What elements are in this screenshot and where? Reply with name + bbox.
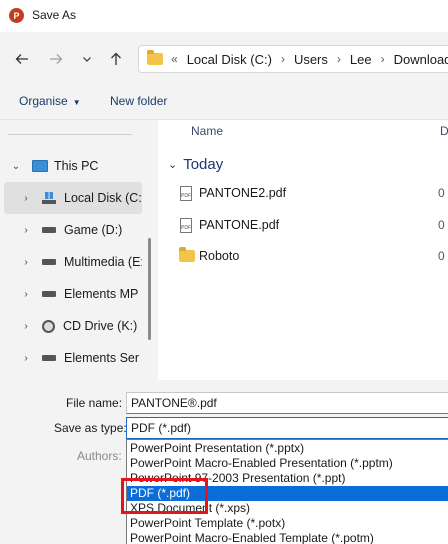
- file-row[interactable]: PDF PANTONE2.pdf 0: [158, 178, 448, 208]
- chevron-down-icon: ⌄: [168, 159, 178, 171]
- group-label: Today: [183, 156, 224, 173]
- sidebar-item-label: CD Drive (K:): [63, 319, 138, 333]
- breadcrumb-local-disk[interactable]: Local Disk (C:): [187, 52, 272, 67]
- cd-drive-icon: [42, 319, 55, 333]
- breadcrumb-overflow[interactable]: «: [171, 52, 178, 66]
- drive-icon: [42, 291, 56, 297]
- file-list-pane: Name D ⌄ Today PDF PANTONE2.pdf 0 PDF PA…: [158, 120, 448, 380]
- sidebar-item-label: Elements MP: [64, 287, 139, 301]
- sidebar-item-this-pc[interactable]: ⌄ This PC: [0, 150, 142, 182]
- file-name: PANTONE.pdf: [199, 218, 280, 232]
- arrow-right-icon: [50, 54, 63, 64]
- divider: [8, 134, 132, 135]
- chevron-right-icon[interactable]: ›: [20, 289, 32, 300]
- folder-icon: [147, 50, 163, 65]
- sidebar-item-label: Multimedia (E:): [64, 255, 142, 269]
- file-name: PANTONE2.pdf: [199, 186, 287, 200]
- sidebar-item-game[interactable]: › Game (D:): [0, 214, 142, 246]
- column-header-date[interactable]: D: [440, 124, 448, 138]
- breadcrumb-separator[interactable]: ›: [337, 52, 341, 66]
- chevron-right-icon[interactable]: ›: [20, 225, 32, 236]
- group-header-today[interactable]: ⌄ Today: [168, 156, 223, 173]
- arrow-up-icon: [111, 52, 121, 65]
- pdf-file-icon: PDF: [180, 185, 192, 201]
- new-folder-button[interactable]: New folder: [110, 94, 167, 108]
- sidebar-item-label: Elements Ser: [64, 351, 140, 365]
- breadcrumb-downloads[interactable]: Downloads: [394, 52, 448, 67]
- dropdown-option[interactable]: PowerPoint Presentation (*.pptx): [127, 441, 448, 456]
- title-bar: P Save As: [0, 0, 448, 32]
- pdf-file-icon: PDF: [180, 217, 192, 233]
- folder-row[interactable]: Roboto 0: [158, 241, 448, 271]
- organise-label: Organise: [19, 94, 68, 108]
- up-button[interactable]: [106, 49, 126, 69]
- dropdown-option[interactable]: PowerPoint Template (*.potx): [127, 516, 448, 531]
- file-date: 0: [438, 218, 445, 232]
- authors-label: Authors:: [77, 449, 122, 463]
- file-name: Roboto: [199, 249, 240, 263]
- save-as-type-dropdown[interactable]: PowerPoint Presentation (*.pptx) PowerPo…: [126, 439, 448, 544]
- dropdown-option[interactable]: PowerPoint Macro-Enabled Template (*.pot…: [127, 531, 448, 544]
- save-form: File name: PANTONE®.pdf Save as type: PD…: [0, 380, 448, 544]
- chevron-right-icon[interactable]: ›: [20, 321, 32, 332]
- sidebar-item-elements-ser[interactable]: › Elements Ser: [0, 342, 142, 374]
- window-title: Save As: [32, 8, 77, 22]
- file-date: 0: [438, 249, 445, 263]
- arrow-left-icon: [15, 54, 28, 64]
- breadcrumb-users[interactable]: Users: [294, 52, 328, 67]
- command-bar: Organise ▼ New folder: [0, 84, 448, 120]
- drive-icon: [42, 227, 56, 233]
- navigation-bar: « Local Disk (C:) › Users › Lee › Downlo…: [0, 32, 448, 84]
- chevron-right-icon[interactable]: ›: [20, 353, 32, 364]
- chevron-down-icon[interactable]: ⌄: [10, 161, 22, 172]
- breadcrumb-separator[interactable]: ›: [381, 52, 385, 66]
- sidebar-item-multimedia[interactable]: › Multimedia (E:): [0, 246, 142, 278]
- breadcrumb-lee[interactable]: Lee: [350, 52, 372, 67]
- file-name-label: File name:: [66, 396, 123, 410]
- dropdown-option-selected[interactable]: PDF (*.pdf): [127, 486, 448, 501]
- sidebar-item-label: This PC: [54, 159, 99, 173]
- navigation-pane: ⌄ This PC › Local Disk (C:) › Game (D:) …: [0, 120, 158, 380]
- breadcrumb-separator[interactable]: ›: [281, 52, 285, 66]
- organise-button[interactable]: Organise ▼: [19, 94, 81, 108]
- chevron-right-icon[interactable]: ›: [20, 193, 32, 204]
- folder-icon: [179, 247, 195, 262]
- save-as-type-select[interactable]: PDF (*.pdf): [126, 417, 448, 439]
- forward-button[interactable]: [46, 49, 66, 69]
- sidebar-scrollbar[interactable]: [148, 238, 151, 340]
- powerpoint-app-icon: P: [9, 8, 24, 23]
- save-as-type-label: Save as type:: [54, 421, 127, 435]
- dropdown-option[interactable]: PowerPoint Macro-Enabled Presentation (*…: [127, 456, 448, 471]
- caret-down-icon: ▼: [72, 98, 81, 107]
- file-row[interactable]: PDF PANTONE.pdf 0: [158, 210, 448, 240]
- sidebar-item-elements-mp[interactable]: › Elements MP: [0, 278, 142, 310]
- back-button[interactable]: [12, 49, 32, 69]
- sidebar-item-cd-drive[interactable]: › CD Drive (K:): [0, 310, 142, 342]
- address-bar[interactable]: « Local Disk (C:) › Users › Lee › Downlo…: [138, 45, 448, 73]
- pc-icon: [32, 160, 48, 172]
- drive-icon: [42, 259, 56, 265]
- recent-locations-button[interactable]: [77, 49, 97, 69]
- dropdown-option[interactable]: XPS Document (*.xps): [127, 501, 448, 516]
- windows-drive-icon: [42, 192, 56, 204]
- sidebar-item-local-disk[interactable]: › Local Disk (C:): [4, 182, 142, 214]
- drive-icon: [42, 355, 56, 361]
- column-header-name[interactable]: Name: [191, 124, 223, 138]
- chevron-right-icon[interactable]: ›: [20, 257, 32, 268]
- file-name-input[interactable]: PANTONE®.pdf: [126, 392, 448, 414]
- dropdown-option[interactable]: PowerPoint 97-2003 Presentation (*.ppt): [127, 471, 448, 486]
- chevron-down-icon: [83, 57, 91, 62]
- file-date: 0: [438, 186, 445, 200]
- sidebar-item-label: Game (D:): [64, 223, 123, 237]
- sidebar-item-label: Local Disk (C:): [64, 191, 142, 205]
